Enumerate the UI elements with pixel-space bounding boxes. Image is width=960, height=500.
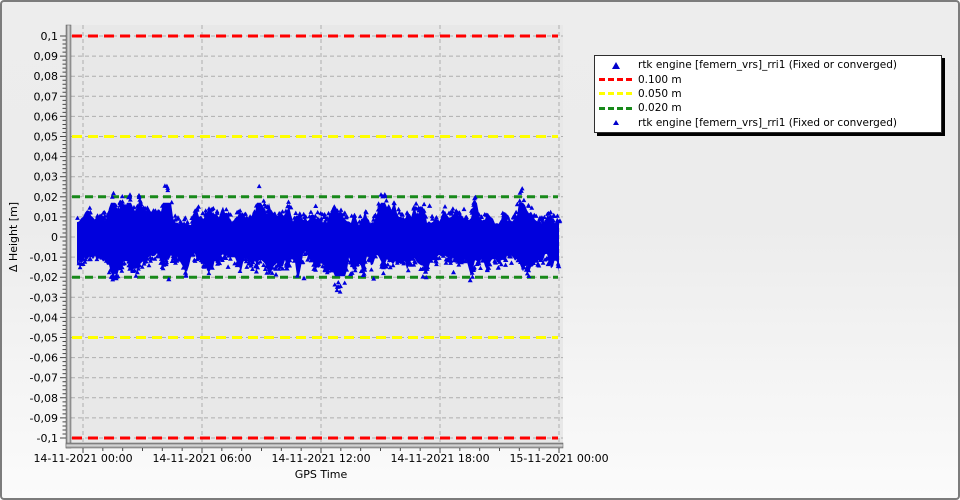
x-tick-label: 15-11-2021 00:00 <box>509 452 608 465</box>
x-tick-label: 14-11-2021 00:00 <box>33 452 132 465</box>
dash-marker-icon <box>599 92 633 95</box>
y-tick-label: -0,1 <box>37 432 58 445</box>
triangle-marker-icon <box>612 62 620 69</box>
legend-entry-label: rtk engine [femern_vrs]_rri1 (Fixed or c… <box>638 117 897 129</box>
y-tick-label: 0 <box>51 231 58 244</box>
y-axis-bar <box>66 25 71 448</box>
x-axis-title: GPS Time <box>295 468 348 481</box>
y-tick-label: -0,03 <box>30 291 58 304</box>
x-tick-label: 14-11-2021 12:00 <box>271 452 370 465</box>
y-tick-label: 0,04 <box>34 151 59 164</box>
y-tick-label: 0,02 <box>34 191 59 204</box>
x-axis-bar <box>66 443 563 448</box>
y-tick-label: 0,03 <box>34 171 59 184</box>
legend-entry: 0.020 m <box>595 101 941 115</box>
legend-entry-label: 0.100 m <box>638 74 682 86</box>
y-tick-label: 0,1 <box>41 30 59 43</box>
triangle-marker-icon <box>613 120 619 125</box>
chart-window: 0,1 0,09 0,08 0,07 0,06 0,05 0,04 0,03 0,02 0,01 0… <box>0 0 960 500</box>
legend-marker-triangle <box>595 120 637 125</box>
legend-marker-dash <box>595 107 637 110</box>
y-tick-label: 0,01 <box>34 211 59 224</box>
y-tick-label: 0,08 <box>34 70 59 83</box>
legend-entry-label: rtk engine [femern_vrs]_rri1 (Fixed or c… <box>638 59 897 71</box>
legend-marker-triangle <box>595 62 637 69</box>
y-axis-title: Δ Height [m] <box>7 202 20 272</box>
y-tick-label: -0,04 <box>30 311 58 324</box>
x-tick-label: 14-11-2021 06:00 <box>152 452 251 465</box>
legend-entry-label: 0.020 m <box>638 102 682 114</box>
legend-entry: 0.050 m <box>595 87 941 101</box>
y-tick-label: -0,09 <box>30 412 58 425</box>
legend-entry: rtk engine [femern_vrs]_rri1 (Fixed or c… <box>595 58 941 72</box>
y-tick-label: 0,06 <box>34 110 59 123</box>
y-tick-label: 0,09 <box>34 50 59 63</box>
y-tick-label: -0,01 <box>30 251 58 264</box>
legend-entry: rtk engine [femern_vrs]_rri1 (Fixed or c… <box>595 116 941 130</box>
legend-marker-dash <box>595 92 637 95</box>
y-tick-label: -0,08 <box>30 392 58 405</box>
y-tick-label: -0,05 <box>30 332 58 345</box>
y-tick-label: 0,07 <box>34 90 59 103</box>
legend-marker-dash <box>595 78 637 81</box>
y-tick-label: -0,02 <box>30 271 58 284</box>
legend: rtk engine [femern_vrs]_rri1 (Fixed or c… <box>594 55 942 133</box>
x-tick-label: 14-11-2021 18:00 <box>390 452 489 465</box>
dash-marker-icon <box>599 107 633 110</box>
legend-entry-label: 0.050 m <box>638 88 682 100</box>
y-tick-label: -0,07 <box>30 372 58 385</box>
legend-entry: 0.100 m <box>595 72 941 86</box>
y-tick-label: 0,05 <box>34 131 59 144</box>
y-tick-label: -0,06 <box>30 352 58 365</box>
dash-marker-icon <box>599 78 633 81</box>
